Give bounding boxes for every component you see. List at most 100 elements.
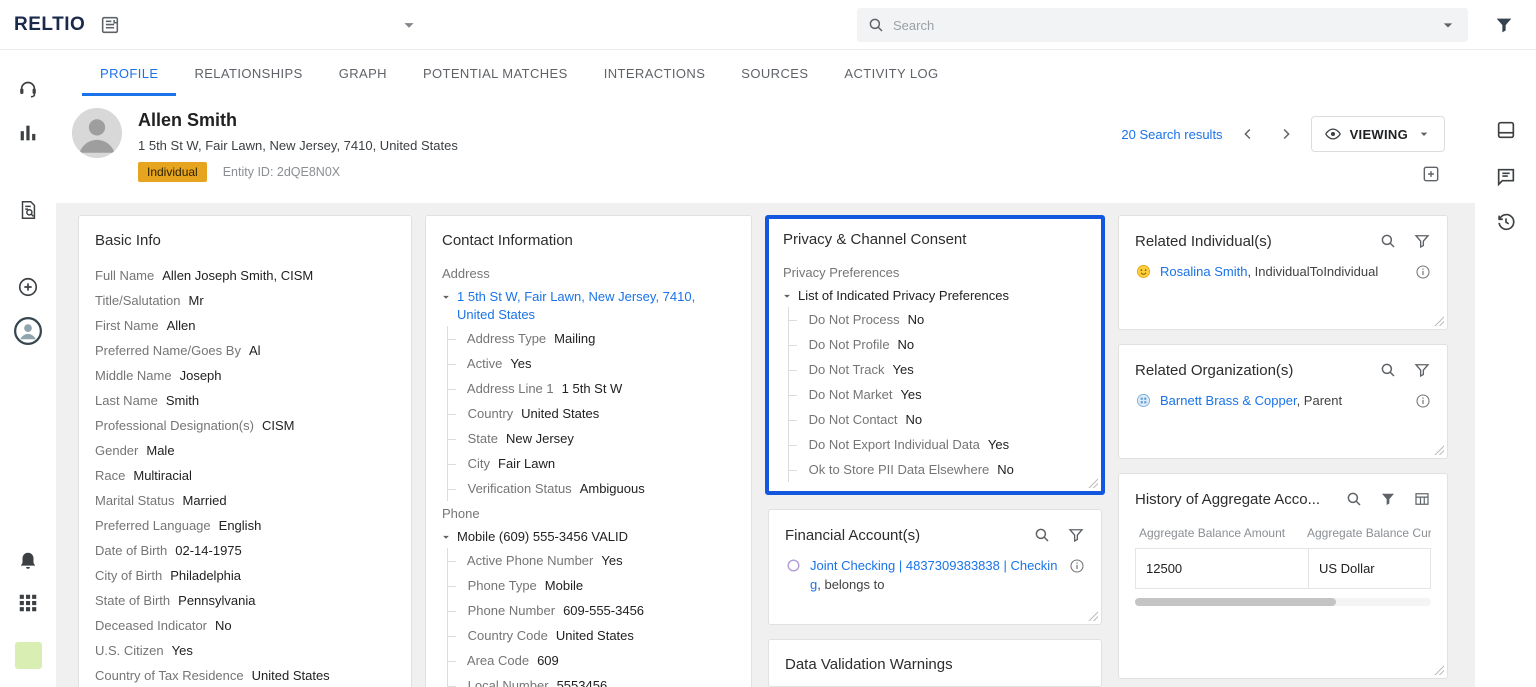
viewing-label: VIEWING — [1350, 127, 1408, 142]
search-input[interactable] — [893, 18, 1430, 33]
resize-handle[interactable] — [1433, 444, 1444, 455]
field-row: Middle Name Joseph — [95, 363, 395, 388]
search-icon[interactable] — [1379, 361, 1397, 379]
field-row: Deceased Indicator No — [95, 613, 395, 638]
add-circle-icon[interactable] — [17, 276, 39, 298]
table-view-icon[interactable] — [1413, 490, 1431, 508]
info-icon[interactable] — [1069, 558, 1085, 574]
field-row: Title/Salutation Mr — [95, 288, 395, 313]
collapse-caret-icon[interactable] — [780, 289, 794, 303]
right-rail — [1475, 50, 1536, 687]
field-row: Gender Male — [95, 438, 395, 463]
privacy-group-node: List of Indicated Privacy Preferences — [783, 287, 1087, 305]
apps-grid-icon[interactable] — [17, 592, 39, 614]
search-icon — [867, 16, 885, 34]
filter-icon[interactable] — [1379, 490, 1397, 508]
field-row: First Name Allen — [95, 313, 395, 338]
table-cell: 12500 — [1136, 549, 1308, 588]
related-individual-link[interactable]: Rosalina Smith — [1160, 264, 1247, 279]
filter-icon[interactable] — [1493, 14, 1515, 36]
field-row: Preferred Language English — [95, 513, 395, 538]
field-row: Ok to Store PII Data ElsewhereNo — [789, 457, 1087, 482]
field-row: State of Birth Pennsylvania — [95, 588, 395, 613]
aggregate-history-card: History of Aggregate Acco... Aggregate B… — [1118, 473, 1448, 679]
search-icon[interactable] — [1033, 526, 1051, 544]
search-results-link[interactable]: 20 Search results — [1121, 127, 1222, 142]
privacy-consent-card: Privacy & Channel Consent Privacy Prefer… — [765, 215, 1105, 495]
card-title: Related Individual(s) — [1135, 233, 1363, 250]
field-row: Area Code609 — [448, 648, 735, 673]
field-row: Verification StatusAmbiguous — [448, 476, 735, 501]
collapse-caret-icon[interactable] — [439, 530, 453, 544]
entity-type-badge: Individual — [138, 162, 207, 182]
address-section-label: Address — [442, 263, 735, 285]
info-icon[interactable] — [1415, 264, 1431, 280]
info-icon[interactable] — [1415, 393, 1431, 409]
panel-icon[interactable] — [1495, 119, 1517, 141]
tab-sources[interactable]: SOURCES — [723, 50, 826, 96]
account-ring-icon — [785, 557, 802, 574]
main-area: PROFILE RELATIONSHIPS GRAPH POTENTIAL MA… — [56, 50, 1475, 687]
tab-graph[interactable]: GRAPH — [321, 50, 405, 96]
history-icon[interactable] — [1495, 211, 1517, 233]
tab-relationships[interactable]: RELATIONSHIPS — [176, 50, 320, 96]
resize-handle[interactable] — [1433, 664, 1444, 675]
basic-info-fields: Full Name Allen Joseph Smith, CISM Title… — [95, 263, 395, 687]
avatar — [72, 108, 122, 158]
relation-suffix: , Parent — [1297, 393, 1343, 408]
collapse-caret-icon[interactable] — [439, 290, 453, 304]
notifications-bell-icon[interactable] — [17, 550, 39, 572]
tenant-dropdown-caret-icon[interactable] — [398, 14, 420, 36]
search-icon[interactable] — [1345, 490, 1363, 508]
phone-value[interactable]: Mobile (609) 555-3456 VALID — [457, 529, 628, 544]
field-row: Phone TypeMobile — [448, 573, 735, 598]
column-header: Aggregate Balance Amount — [1135, 526, 1307, 540]
filter-icon[interactable] — [1067, 526, 1085, 544]
card-title: Privacy & Channel Consent — [783, 231, 1087, 248]
add-note-icon[interactable] — [1421, 164, 1441, 184]
filter-icon[interactable] — [1413, 361, 1431, 379]
filter-icon[interactable] — [1413, 232, 1431, 250]
support-headset-icon[interactable] — [17, 77, 39, 99]
search-icon[interactable] — [1379, 232, 1397, 250]
field-row: Do Not ProcessNo — [789, 307, 1087, 332]
entity-id: Entity ID: 2dQE8N0X — [223, 165, 340, 179]
search-scope-caret-icon[interactable] — [1438, 15, 1458, 35]
address-node: 1 5th St W, Fair Lawn, New Jersey, 7410,… — [442, 288, 735, 324]
field-row: Preferred Name/Goes By Al — [95, 338, 395, 363]
tab-potential-matches[interactable]: POTENTIAL MATCHES — [405, 50, 586, 96]
next-result-chevron-icon[interactable] — [1273, 125, 1299, 143]
comments-icon[interactable] — [1495, 166, 1517, 188]
resize-handle[interactable] — [1087, 610, 1098, 621]
tab-interactions[interactable]: INTERACTIONS — [586, 50, 724, 96]
resize-handle[interactable] — [1433, 315, 1444, 326]
field-row: Marital Status Married — [95, 488, 395, 513]
address-link[interactable]: 1 5th St W, Fair Lawn, New Jersey, 7410,… — [457, 289, 695, 322]
related-organization-link[interactable]: Barnett Brass & Copper — [1160, 393, 1297, 408]
document-search-icon[interactable] — [17, 199, 39, 221]
phone-fields: Active Phone NumberYes Phone TypeMobile … — [447, 548, 735, 687]
card-title: Data Validation Warnings — [785, 656, 1085, 673]
profile-person-icon[interactable] — [13, 316, 43, 346]
resize-handle[interactable] — [1087, 477, 1098, 488]
horizontal-scrollbar[interactable] — [1135, 598, 1431, 606]
tab-profile[interactable]: PROFILE — [82, 50, 176, 96]
eye-icon — [1324, 125, 1342, 143]
card-title: Financial Account(s) — [785, 527, 1017, 544]
related-organization-row: Barnett Brass & Copper, Parent — [1135, 391, 1431, 410]
viewing-mode-button[interactable]: VIEWING — [1311, 116, 1445, 152]
scrollbar-thumb[interactable] — [1135, 598, 1336, 606]
bar-chart-icon[interactable] — [17, 122, 39, 144]
global-search-bar[interactable] — [857, 8, 1468, 42]
field-row: Address Line 11 5th St W — [448, 376, 735, 401]
data-validation-card: Data Validation Warnings — [768, 639, 1102, 687]
prev-result-chevron-icon[interactable] — [1235, 125, 1261, 143]
news-icon[interactable] — [99, 14, 121, 36]
tab-activity-log[interactable]: ACTIVITY LOG — [826, 50, 956, 96]
privacy-group-label: List of Indicated Privacy Preferences — [798, 288, 1009, 303]
pendo-badge[interactable] — [15, 642, 42, 669]
related-individual-row: Rosalina Smith, IndividualToIndividual — [1135, 262, 1431, 281]
phone-section-label: Phone — [442, 503, 735, 525]
profile-facets: Basic Info Full Name Allen Joseph Smith,… — [56, 203, 1475, 687]
viewing-caret-icon — [1416, 126, 1432, 142]
